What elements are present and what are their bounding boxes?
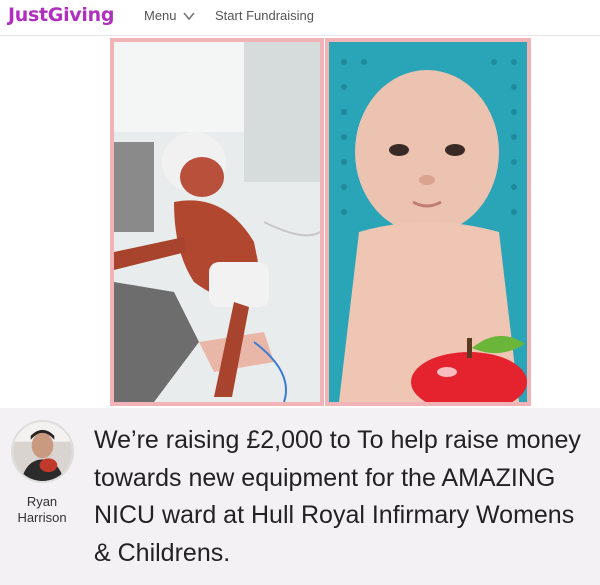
owner-first-name: Ryan <box>26 494 58 509</box>
start-fundraising-link[interactable]: Start Fundraising <box>215 8 314 23</box>
owner-last-name: Harrison <box>17 510 67 525</box>
justgiving-logo[interactable]: JustGiving <box>8 4 114 26</box>
site-header: JustGiving Menu Start Fundraising <box>0 0 600 36</box>
fundraiser-info: Ryan Harrison We’re raising £2,000 to To… <box>0 408 600 585</box>
owner-avatar[interactable] <box>11 420 74 483</box>
fundraiser-headline: We’re raising £2,000 to To help raise mo… <box>94 426 581 567</box>
owner-name[interactable]: Ryan Harrison <box>5 494 79 526</box>
chevron-down-icon <box>182 11 195 20</box>
menu-button[interactable]: Menu <box>144 8 195 23</box>
baby-photo <box>325 38 531 406</box>
menu-label: Menu <box>144 8 177 23</box>
fundraiser-photo <box>0 36 600 408</box>
nicu-baby-photo <box>110 38 324 406</box>
